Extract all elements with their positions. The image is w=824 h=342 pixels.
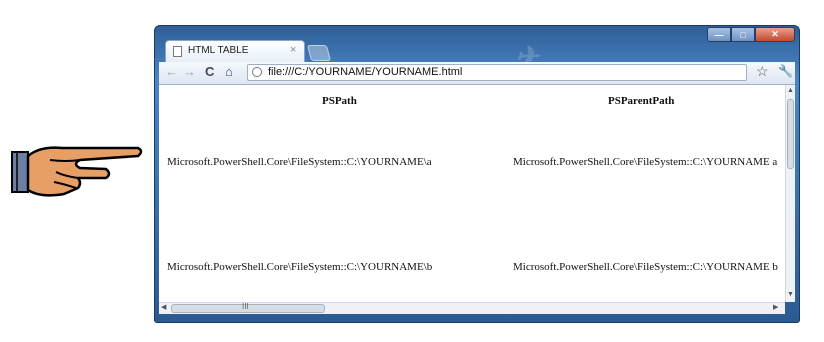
header-psparentpath: PSParentPath	[608, 95, 675, 107]
toolbar: ← → C ⌂ file:///C:/YOURNAME/YOURNAME.htm…	[159, 62, 795, 85]
star-icon[interactable]: ☆	[756, 63, 769, 80]
home-icon[interactable]: ⌂	[225, 64, 233, 79]
close-button[interactable]: ✕	[755, 27, 795, 42]
document-icon	[173, 46, 182, 57]
scroll-up-icon[interactable]: ▲	[787, 87, 794, 94]
scroll-grip: III	[242, 302, 249, 311]
cell-pspath-b: Microsoft.PowerShell.Core\FileSystem::C:…	[167, 261, 433, 273]
vertical-scrollbar[interactable]: ▲ ▼	[785, 85, 795, 302]
cell-psparentpath-a: Microsoft.PowerShell.Core\FileSystem::C:…	[513, 156, 778, 168]
scroll-right-icon[interactable]: ▶	[773, 303, 778, 311]
new-tab-button[interactable]	[306, 45, 332, 61]
address-bar[interactable]: file:///C:/YOURNAME/YOURNAME.html	[247, 64, 747, 81]
window-controls: — □ ✕	[707, 27, 795, 42]
maximize-button[interactable]: □	[731, 27, 755, 42]
vertical-scroll-thumb[interactable]	[787, 99, 794, 169]
horizontal-scrollbar[interactable]: ◀ III ▶	[159, 302, 785, 314]
scroll-left-icon[interactable]: ◀	[161, 303, 166, 311]
minimize-button[interactable]: —	[707, 27, 731, 42]
tab-html-table[interactable]: HTML TABLE ×	[165, 40, 305, 62]
url-text: file:///C:/YOURNAME/YOURNAME.html	[268, 66, 463, 78]
wrench-icon[interactable]: 🔧	[778, 64, 793, 78]
pointing-hand-icon	[11, 146, 143, 197]
horizontal-scroll-thumb[interactable]: III	[171, 302, 325, 313]
cell-pspath-a: Microsoft.PowerShell.Core\FileSystem::C:…	[167, 156, 432, 168]
cell-psparentpath-b: Microsoft.PowerShell.Core\FileSystem::C:…	[513, 261, 778, 273]
back-icon[interactable]: ←	[165, 64, 178, 79]
reload-icon[interactable]: C	[205, 64, 214, 79]
forward-icon[interactable]: →	[183, 64, 196, 79]
tab-title: HTML TABLE	[188, 45, 249, 56]
header-pspath: PSPath	[322, 95, 357, 107]
page-icon	[252, 67, 262, 77]
scroll-down-icon[interactable]: ▼	[787, 291, 794, 298]
browser-window: ✈ HTML TABLE × — □ ✕ ← → C ⌂ file:///C:/…	[154, 25, 800, 323]
tab-close-icon[interactable]: ×	[290, 44, 296, 56]
page-content: PSPath PSParentPath Microsoft.PowerShell…	[159, 85, 785, 302]
